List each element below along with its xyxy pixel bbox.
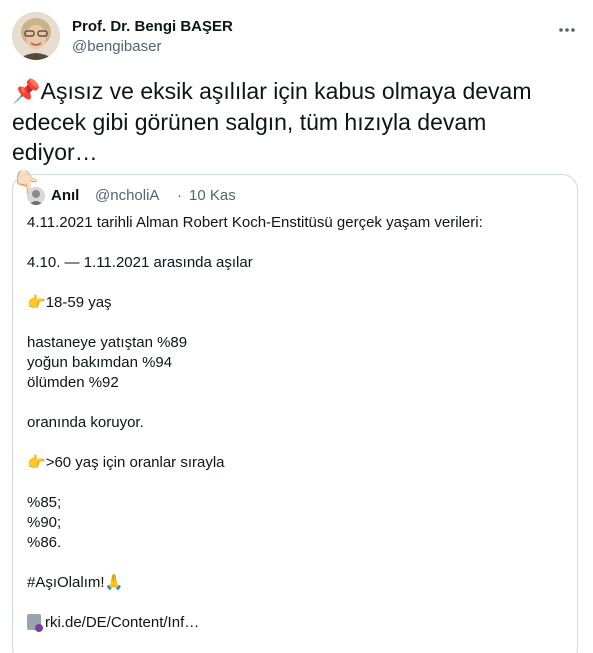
quoted-tweet-body: 4.11.2021 tarihli Alman Robert Koch-Enst… bbox=[27, 213, 557, 635]
quoted-tweet[interactable]: Anıl @ncholiA · 10 Kas 4.11.2021 tarihli… bbox=[12, 174, 578, 653]
quoted-tweet-time: 10 Kas bbox=[189, 187, 236, 204]
folded-hands-icon: 🙏 bbox=[104, 574, 124, 591]
tweet-text-line-2: edecek gibi görünen salgın, tüm hızıyla … bbox=[12, 109, 487, 165]
quoted-author-name: Anıl bbox=[51, 187, 80, 204]
author-handle[interactable]: @bengibaser bbox=[72, 38, 161, 56]
quoted-author-handle: @ncholiA bbox=[95, 187, 160, 204]
quote-line: yoğun bakımdan %94 bbox=[27, 354, 173, 371]
tweet-text-line-1: 📌Aşısız ve eksik aşılılar için kabus olm… bbox=[12, 76, 572, 107]
quote-line: 4.10. — 1.11.2021 arasında aşılar bbox=[27, 254, 253, 271]
quote-line: ölümden %92 bbox=[27, 374, 119, 391]
pointing-right-icon: 👉 bbox=[27, 294, 46, 311]
quote-line: #AşıOlalım!🙏 bbox=[27, 573, 557, 593]
avatar[interactable] bbox=[12, 12, 60, 60]
tweet-text-line-1-text: Aşısız ve eksik aşılılar için kabus olma… bbox=[40, 78, 532, 104]
quote-line: hastaneye yatıştan %89 bbox=[27, 334, 188, 351]
quoted-author-avatar bbox=[27, 187, 45, 205]
tweet-header: Prof. Dr. Bengi BAŞER @bengibaser bbox=[12, 12, 581, 62]
quote-link: rki.de/DE/Content/Inf… bbox=[27, 613, 557, 635]
ellipsis-icon bbox=[559, 28, 575, 32]
link-text: rki.de/DE/Content/Inf… bbox=[45, 614, 200, 631]
quote-line-text: >60 yaş için oranlar sırayla bbox=[45, 454, 225, 471]
hashtag: #AşıOlalım! bbox=[27, 574, 105, 591]
more-options-button[interactable] bbox=[555, 20, 579, 40]
avatar-image bbox=[12, 12, 60, 60]
pointing-right-icon: 👉 bbox=[27, 454, 46, 471]
quote-line-text: 18-59 yaş bbox=[45, 294, 112, 311]
quoted-avatar-image bbox=[27, 187, 45, 205]
tweet: Prof. Dr. Bengi BAŞER @bengibaser 📌Aşısı… bbox=[0, 0, 593, 653]
quote-line: %85; bbox=[27, 494, 62, 511]
quote-line: 👉18-59 yaş bbox=[27, 293, 557, 313]
separator-dot: · bbox=[177, 187, 182, 204]
link-page-icon bbox=[27, 614, 43, 632]
quote-line: 👉>60 yaş için oranlar sırayla bbox=[27, 453, 557, 473]
quote-line: %90; bbox=[27, 514, 62, 531]
author-name[interactable]: Prof. Dr. Bengi BAŞER bbox=[72, 18, 233, 36]
quote-line: oranında koruyor. bbox=[27, 414, 144, 431]
pushpin-icon: 📌 bbox=[12, 79, 41, 105]
quote-line: 4.11.2021 tarihli Alman Robert Koch-Enst… bbox=[27, 214, 483, 231]
quote-line: %86. bbox=[27, 534, 62, 551]
